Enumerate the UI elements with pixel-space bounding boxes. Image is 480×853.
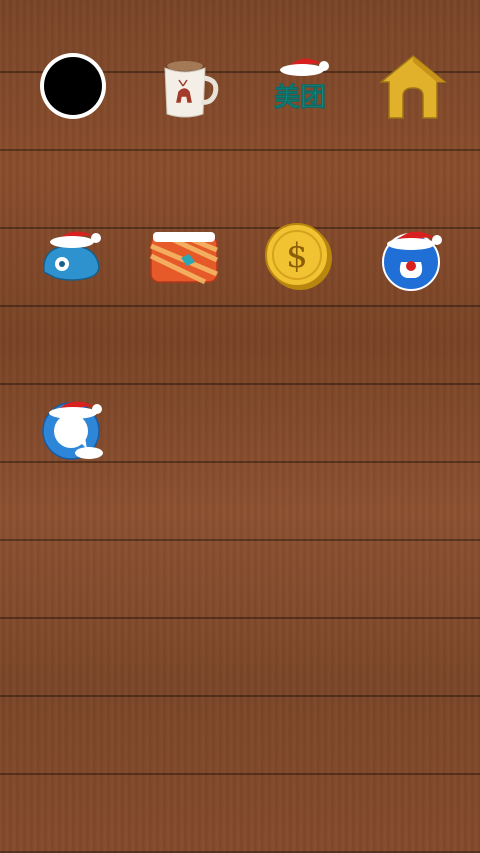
blue-bird-app-icon[interactable]: [25, 209, 115, 299]
reindeer-mug-icon: [164, 61, 219, 118]
golden-house-icon: [378, 55, 448, 119]
gold-coin-app-icon[interactable]: $: [253, 211, 343, 301]
chat-bubble-santa-hat-icon: [42, 401, 103, 460]
blue-bird-santa-hat-icon: [43, 231, 101, 281]
home-screen-grid: 美团 $: [0, 0, 480, 853]
gift-wallet-app-icon[interactable]: [138, 209, 228, 299]
blue-mascot-santa-hat-icon: [382, 231, 442, 291]
coffee-mug-app-icon[interactable]: [142, 41, 232, 131]
chat-bubble-app-icon[interactable]: [26, 380, 116, 470]
black-circle-app-icon[interactable]: [28, 41, 118, 131]
black-circle-icon: [40, 53, 106, 119]
meituan-santa-hat-icon: 美团: [274, 58, 329, 113]
meituan-label: 美团: [274, 82, 326, 113]
meituan-app-icon[interactable]: 美团: [255, 39, 345, 129]
snowman-app-icon[interactable]: [366, 209, 456, 299]
christmas-wallet-icon: [149, 232, 219, 285]
coin-dollar-sign: $: [286, 236, 308, 276]
dollar-coin-icon: $: [265, 223, 332, 290]
home-app-icon[interactable]: [366, 41, 456, 131]
